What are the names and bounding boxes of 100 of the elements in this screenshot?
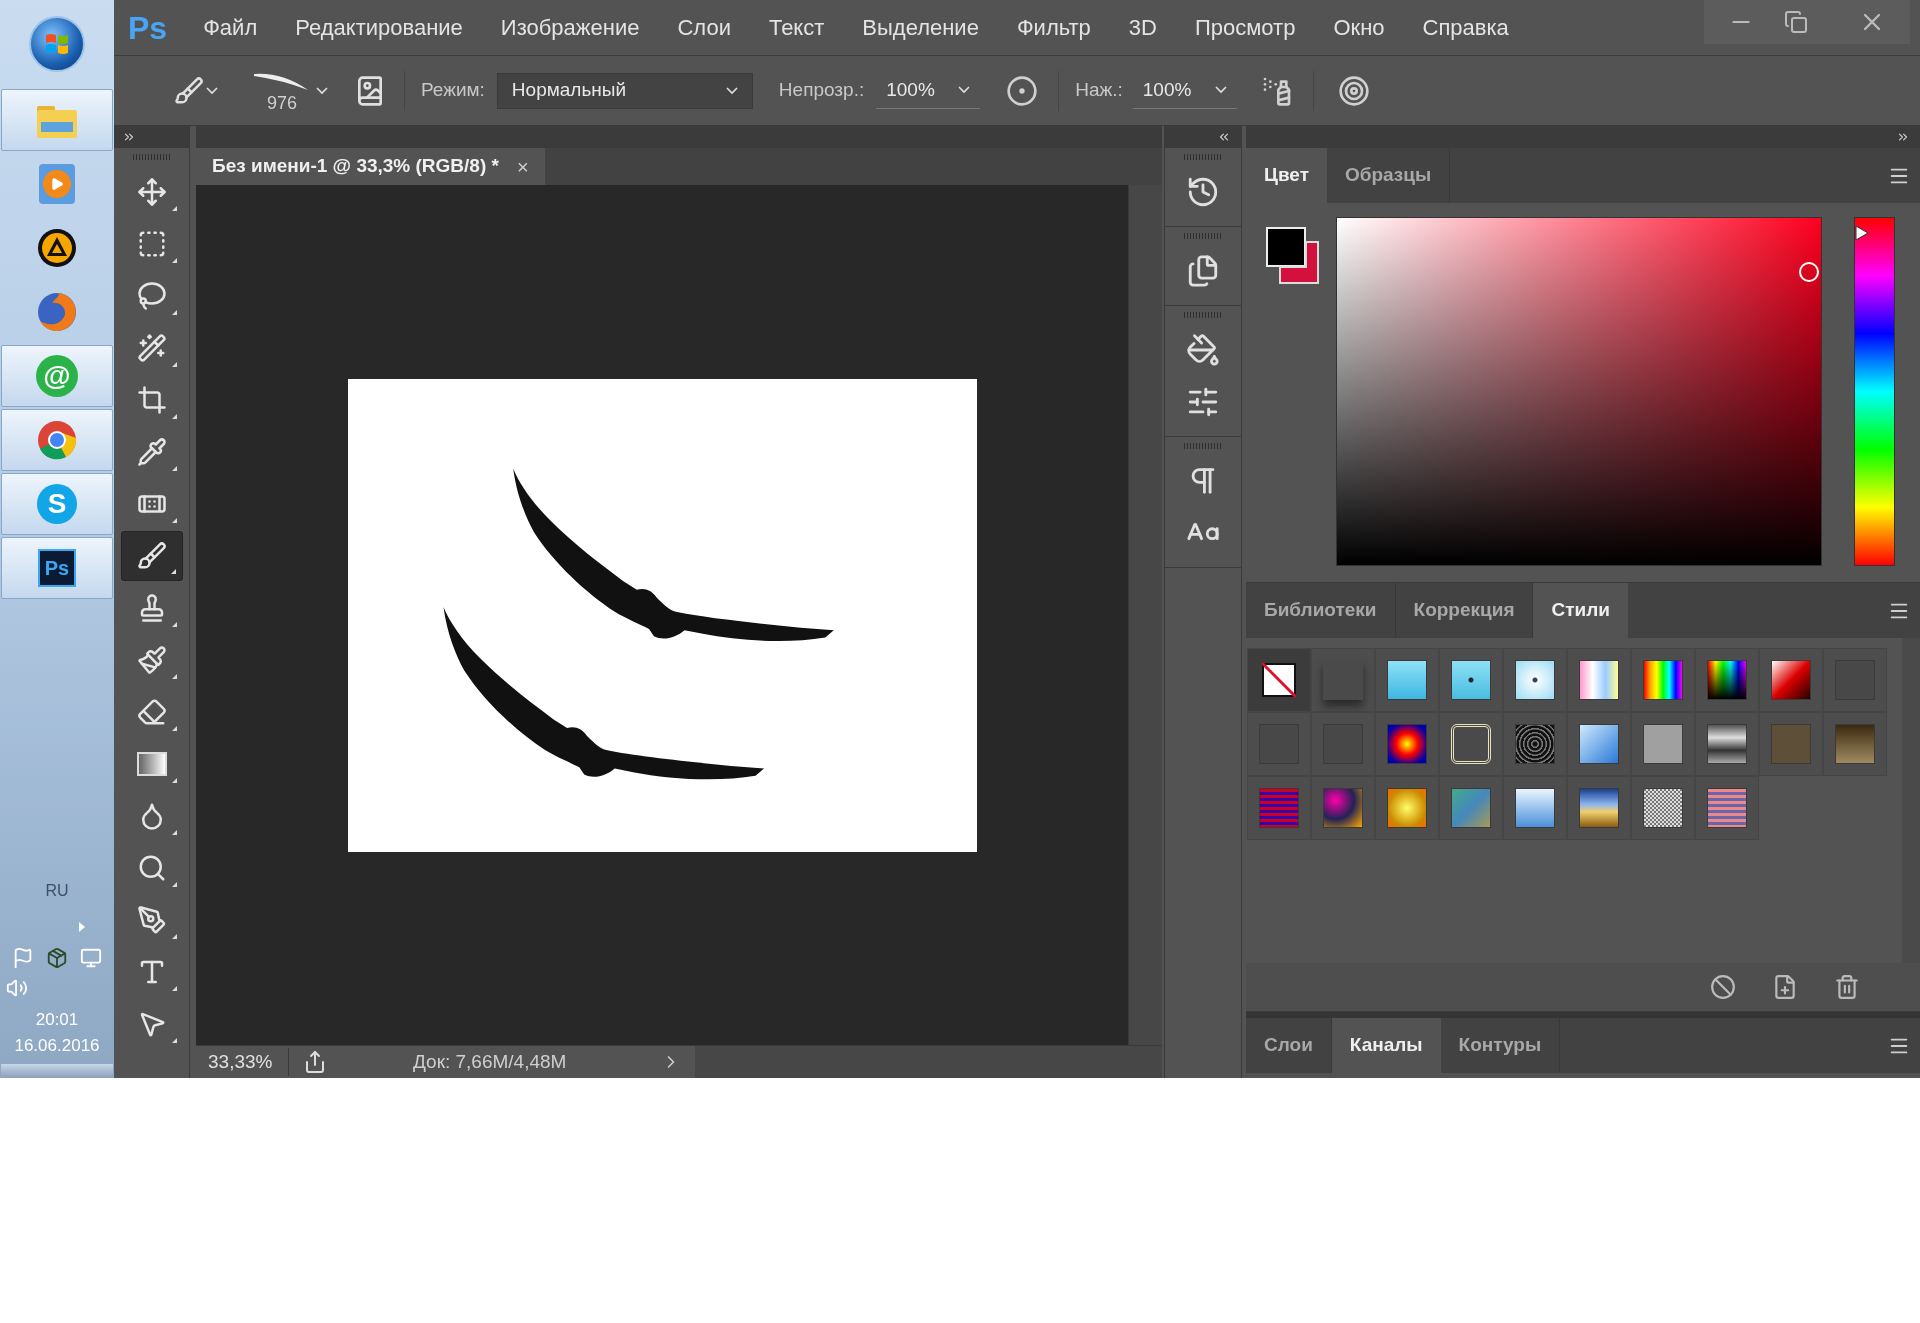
zoom-level[interactable]: 33,33% xyxy=(196,1047,289,1077)
start-button[interactable] xyxy=(29,16,85,72)
target-icon[interactable] xyxy=(1337,74,1370,107)
style-swatch[interactable] xyxy=(1311,776,1375,840)
brush-icon xyxy=(136,541,167,571)
history-icon[interactable] xyxy=(1186,175,1220,209)
style-swatch[interactable] xyxy=(1631,776,1695,840)
menu-item[interactable]: Текст xyxy=(768,11,825,44)
panel-tab[interactable]: Стили xyxy=(1533,583,1628,638)
corner-triangle-icon xyxy=(171,674,177,679)
caret-icon xyxy=(725,86,738,95)
menu-item[interactable]: 3D xyxy=(1128,11,1157,44)
menu-item[interactable]: Слои xyxy=(677,11,731,44)
vertical-scrollbar[interactable] xyxy=(1128,185,1162,1045)
corner-triangle-icon xyxy=(171,778,177,783)
clock-time: 20:01 xyxy=(35,1009,79,1031)
style-swatch[interactable] xyxy=(1631,648,1695,712)
style-swatch[interactable] xyxy=(1247,712,1311,776)
chat-icon: S xyxy=(37,484,77,524)
new-style-icon[interactable] xyxy=(1772,974,1798,1000)
corner-triangle-icon xyxy=(171,310,177,315)
style-preview xyxy=(1323,660,1363,700)
style-swatch[interactable] xyxy=(1823,648,1887,712)
style-preview xyxy=(1323,788,1363,828)
style-swatch[interactable] xyxy=(1695,776,1759,840)
expand-icon[interactable] xyxy=(122,130,136,144)
style-swatch[interactable] xyxy=(1567,712,1631,776)
panel-tab[interactable]: Цвет xyxy=(1246,148,1327,203)
foreground-color-swatch[interactable] xyxy=(1266,227,1306,267)
tab-close-button[interactable]: × xyxy=(516,151,529,182)
style-swatch[interactable] xyxy=(1439,648,1503,712)
style-preview xyxy=(1387,788,1427,828)
editor-icon: Ps xyxy=(38,549,76,587)
caret-icon xyxy=(206,86,218,95)
expand-icon[interactable] xyxy=(1896,130,1910,144)
document-title: Без имени-1 @ 33,3% (RGB/8) * xyxy=(212,154,499,179)
style-swatch[interactable] xyxy=(1375,776,1439,840)
clock-date: 16.06.2016 xyxy=(14,1034,100,1057)
document-tab[interactable]: Без имени-1 @ 33,3% (RGB/8) * × xyxy=(196,148,545,185)
menu-item[interactable]: Справка xyxy=(1422,11,1509,44)
color-field[interactable] xyxy=(1336,217,1822,566)
opacity-field[interactable]: 100% xyxy=(876,72,981,109)
panel-tab[interactable]: Каналы xyxy=(1331,1018,1441,1073)
corner-triangle-icon xyxy=(171,414,177,419)
files-icon[interactable] xyxy=(1186,254,1220,288)
mode-dropdown[interactable]: Нормальный xyxy=(496,72,753,109)
menu-item[interactable]: Выделение xyxy=(862,11,979,44)
style-swatch[interactable] xyxy=(1439,712,1503,776)
color-picker-ring[interactable] xyxy=(1799,262,1819,282)
style-swatch[interactable] xyxy=(1631,712,1695,776)
sliders-icon[interactable] xyxy=(1186,385,1220,419)
style-swatch[interactable] xyxy=(1247,776,1311,840)
document-size: Док: 7,66M/4,48M xyxy=(413,1049,567,1074)
export-icon[interactable] xyxy=(303,1050,327,1074)
style-swatch[interactable] xyxy=(1823,712,1887,776)
style-swatch[interactable] xyxy=(1503,776,1567,840)
style-preview xyxy=(1707,788,1747,828)
style-swatch[interactable] xyxy=(1503,648,1567,712)
background-color-swatch[interactable] xyxy=(1279,241,1319,284)
style-swatch[interactable] xyxy=(1503,712,1567,776)
app-logo: Ps xyxy=(128,8,168,48)
taskbar-app-button[interactable]: Ps xyxy=(1,537,113,599)
style-swatch[interactable] xyxy=(1695,648,1759,712)
style-preview xyxy=(1707,660,1747,700)
move-icon xyxy=(136,177,167,207)
language-indicator[interactable]: RU xyxy=(45,879,69,903)
menu-item[interactable]: Окно xyxy=(1333,11,1385,44)
brush-preset-button[interactable]: 976 xyxy=(252,69,312,112)
slider-pointer-icon[interactable] xyxy=(1855,224,1869,241)
clear-style-icon[interactable] xyxy=(1710,974,1736,1000)
trash-icon[interactable] xyxy=(1834,974,1860,1000)
hue-slider[interactable] xyxy=(1854,217,1895,566)
style-swatch[interactable] xyxy=(1567,648,1631,712)
tool-button[interactable] xyxy=(120,531,183,581)
gradient-icon xyxy=(136,752,167,776)
menu-item[interactable]: Редактирование xyxy=(295,11,463,44)
style-swatch[interactable] xyxy=(1695,712,1759,776)
menu-item[interactable]: Изображение xyxy=(500,11,640,44)
style-swatch[interactable] xyxy=(1439,776,1503,840)
style-swatch[interactable] xyxy=(1375,712,1439,776)
caret-icon xyxy=(1214,86,1227,94)
brush-icon[interactable] xyxy=(174,75,204,106)
style-swatch[interactable] xyxy=(1759,648,1823,712)
restore-icon[interactable] xyxy=(1784,10,1808,34)
style-swatch[interactable] xyxy=(1567,776,1631,840)
style-swatch[interactable] xyxy=(1759,712,1823,776)
corner-triangle-icon xyxy=(171,362,177,367)
style-swatch[interactable] xyxy=(1247,648,1311,712)
style-swatch[interactable] xyxy=(1311,648,1375,712)
style-preview xyxy=(1515,724,1555,764)
menu-item[interactable]: Файл xyxy=(203,11,258,44)
mode-label: Режим: xyxy=(421,78,485,103)
corner-triangle-icon xyxy=(171,206,177,211)
collapse-icon[interactable] xyxy=(1217,130,1231,144)
flow-field[interactable]: 100% xyxy=(1132,72,1237,109)
style-preview xyxy=(1643,660,1683,700)
box-icon[interactable] xyxy=(46,947,68,969)
menu-item[interactable]: Просмотр xyxy=(1194,11,1296,44)
menu-item[interactable]: Фильтр xyxy=(1016,11,1091,44)
style-swatch[interactable] xyxy=(1375,648,1439,712)
